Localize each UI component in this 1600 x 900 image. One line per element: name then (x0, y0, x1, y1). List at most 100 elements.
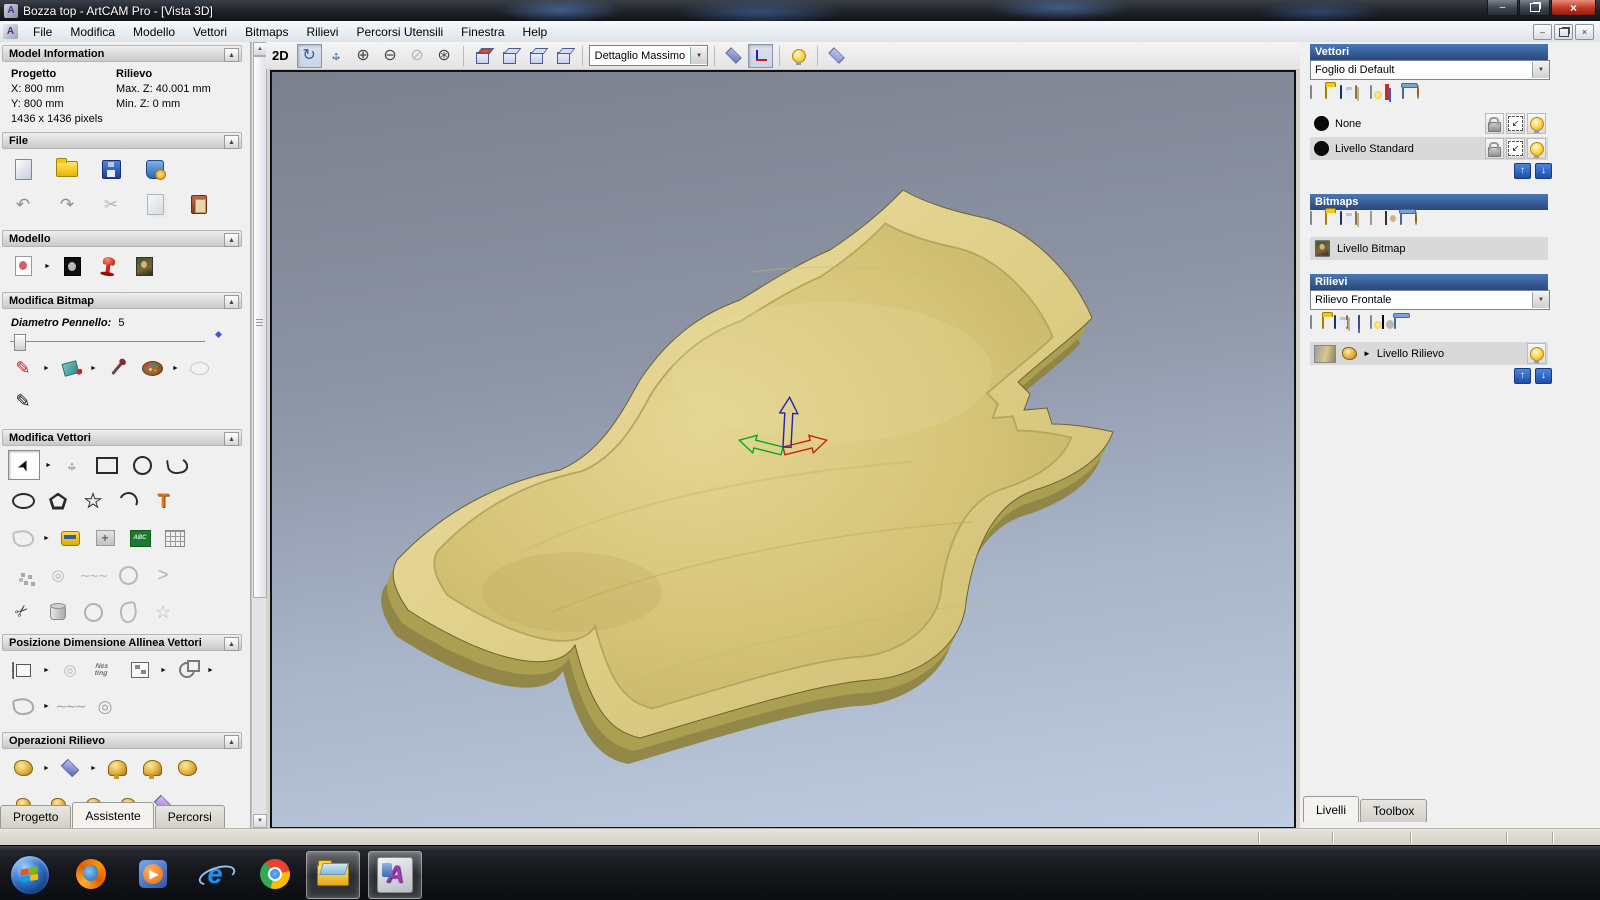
open-vector-layer-button[interactable] (1325, 85, 1327, 99)
view-along-z-button[interactable] (551, 44, 576, 68)
create-circle-button[interactable] (127, 451, 157, 479)
snap-grid-button[interactable]: + (90, 524, 120, 552)
create-rectangle-button[interactable] (92, 451, 122, 479)
new-relief-layer-button[interactable] (1310, 315, 1312, 329)
group-vectors-button[interactable] (172, 656, 202, 684)
export-model-button[interactable] (140, 155, 170, 183)
menu-modifica[interactable]: Modifica (61, 22, 124, 42)
draw-plane-button[interactable] (721, 44, 746, 68)
vector-layer-row-standard[interactable]: Livello Standard ↙ (1310, 137, 1548, 160)
add-relief-button[interactable] (102, 754, 132, 782)
create-text-button[interactable]: T (148, 487, 178, 515)
gradient-button[interactable] (1370, 211, 1372, 225)
relief-plane-button[interactable] (55, 754, 85, 782)
view-3d-canvas[interactable] (270, 70, 1296, 829)
start-button[interactable] (10, 855, 50, 895)
brush-slider-thumb[interactable] (14, 334, 26, 351)
nesting-button[interactable]: Nes ting (90, 656, 120, 684)
paint-button[interactable]: ✎ (8, 354, 38, 382)
wrap-vectors-button[interactable] (43, 598, 73, 626)
new-model-button[interactable] (8, 155, 38, 183)
relief-layer-row[interactable]: ► Livello Rilievo (1310, 342, 1548, 365)
subtract-relief-button[interactable] (137, 754, 167, 782)
wave-distort-button[interactable]: ∼∼∼ (55, 692, 86, 720)
close-button[interactable]: × (1551, 0, 1596, 16)
tab-percorsi[interactable]: Percorsi (154, 805, 225, 828)
new-bitmap-layer-button[interactable] (1310, 211, 1312, 225)
collapse-button[interactable]: ▲ (224, 295, 239, 309)
taskbar-media-player-button[interactable]: ▶ (134, 855, 172, 893)
show-all-vector-layers-button[interactable] (1370, 85, 1372, 99)
align-vectors-button[interactable] (8, 656, 38, 684)
open-bitmap-layer-button[interactable] (1325, 211, 1327, 225)
layer-visibility-button[interactable] (1527, 343, 1546, 364)
create-ellipse-button[interactable] (8, 487, 38, 515)
scroll-down-button[interactable]: ▼ (253, 814, 267, 828)
save-relief-layer-button[interactable] (1334, 315, 1336, 329)
copy-button[interactable] (140, 190, 170, 218)
section-modello[interactable]: Modello ▲ (2, 230, 242, 247)
menu-modello[interactable]: Modello (124, 22, 184, 42)
flyout-expander[interactable]: ► (90, 765, 97, 772)
merge-vector-layers-button[interactable] (1355, 85, 1357, 99)
undo-button[interactable]: ↶ (8, 190, 38, 218)
mirror-merge-button[interactable] (113, 598, 143, 626)
collapse-button[interactable]: ▲ (224, 432, 239, 446)
zoom-extents-button[interactable]: ⊛ (432, 44, 457, 68)
relief-dropdown[interactable]: Rilievo Frontale ▼ (1310, 290, 1550, 310)
clear-bitmap-button[interactable] (184, 354, 214, 382)
save-bitmap-layer-button[interactable] (1340, 211, 1342, 225)
lock-layer-button[interactable] (1485, 138, 1504, 159)
delete-vector-layer-button[interactable] (1402, 85, 1404, 99)
close-vector-button[interactable] (78, 598, 108, 626)
relief-preview-button[interactable] (1382, 315, 1384, 329)
create-polyline-button[interactable] (162, 451, 192, 479)
taskbar-internet-explorer-button[interactable]: e (196, 855, 238, 893)
view-along-y-button[interactable] (524, 44, 549, 68)
tab-assistente[interactable]: Assistente (72, 802, 154, 828)
move-layer-up-button[interactable]: ↑ (1514, 163, 1531, 179)
toggle-2d-button[interactable]: 2D (272, 48, 289, 63)
join-vectors-button[interactable]: > (148, 561, 178, 589)
flyout-expander[interactable]: ► (43, 765, 50, 772)
show-relief-layers-button[interactable] (1370, 315, 1372, 329)
minimize-button[interactable]: – (1487, 0, 1518, 16)
bitmap-layer-extra-button[interactable] (1415, 211, 1417, 225)
scrollbar-thumb[interactable] (253, 56, 267, 598)
isometric-view-button[interactable] (470, 44, 495, 68)
open-model-button[interactable] (52, 155, 82, 183)
flood-fill-button[interactable] (55, 354, 85, 382)
collapse-button[interactable]: ▲ (224, 233, 239, 247)
material-plane-button[interactable] (824, 44, 849, 68)
detail-level-dropdown[interactable]: Dettaglio Massimo ▼ (588, 45, 709, 66)
mdi-minimize-button[interactable]: – (1533, 24, 1552, 40)
vector-layer-row-none[interactable]: None ↙ (1310, 112, 1548, 135)
restore-button[interactable] (1519, 0, 1550, 16)
zoom-out-button[interactable]: ⊖ (378, 44, 403, 68)
merge-bitmap-layers-button[interactable] (1355, 211, 1357, 225)
lock-layer-button[interactable] (1485, 113, 1504, 134)
flyout-expander[interactable]: ► (43, 667, 50, 674)
trim-vectors-button[interactable]: ✂ (8, 598, 38, 626)
flyout-expander[interactable]: ► (160, 667, 167, 674)
flyout-expander[interactable]: ► (43, 365, 50, 372)
view-along-x-button[interactable] (497, 44, 522, 68)
zoom-previous-button[interactable]: ⊘ (405, 44, 430, 68)
move-relief-up-button[interactable]: ↑ (1514, 368, 1531, 384)
snap-layer-button[interactable]: ↙ (1506, 113, 1525, 134)
menu-bitmaps[interactable]: Bitmaps (236, 22, 297, 42)
brush-slider-track[interactable] (10, 341, 205, 342)
mdi-restore-button[interactable] (1554, 24, 1573, 40)
assistant-scrollbar[interactable]: ▲ ▼ (251, 42, 267, 828)
paste-along-curve-button[interactable]: ABC (125, 524, 155, 552)
tab-toolbox[interactable]: Toolbox (1360, 799, 1428, 822)
menu-vettori[interactable]: Vettori (184, 22, 236, 42)
edit-nodes-button[interactable] (113, 561, 143, 589)
draw-line-button[interactable]: ✎ (8, 387, 38, 415)
delete-bitmap-layer-button[interactable] (1400, 211, 1402, 225)
collapse-button[interactable]: ▲ (224, 735, 239, 749)
layer-visibility-button[interactable] (1527, 113, 1546, 134)
tab-progetto[interactable]: Progetto (0, 805, 72, 828)
mirror-vectors-button[interactable] (8, 692, 38, 720)
section-model-information[interactable]: Model Information ▲ (2, 45, 242, 62)
